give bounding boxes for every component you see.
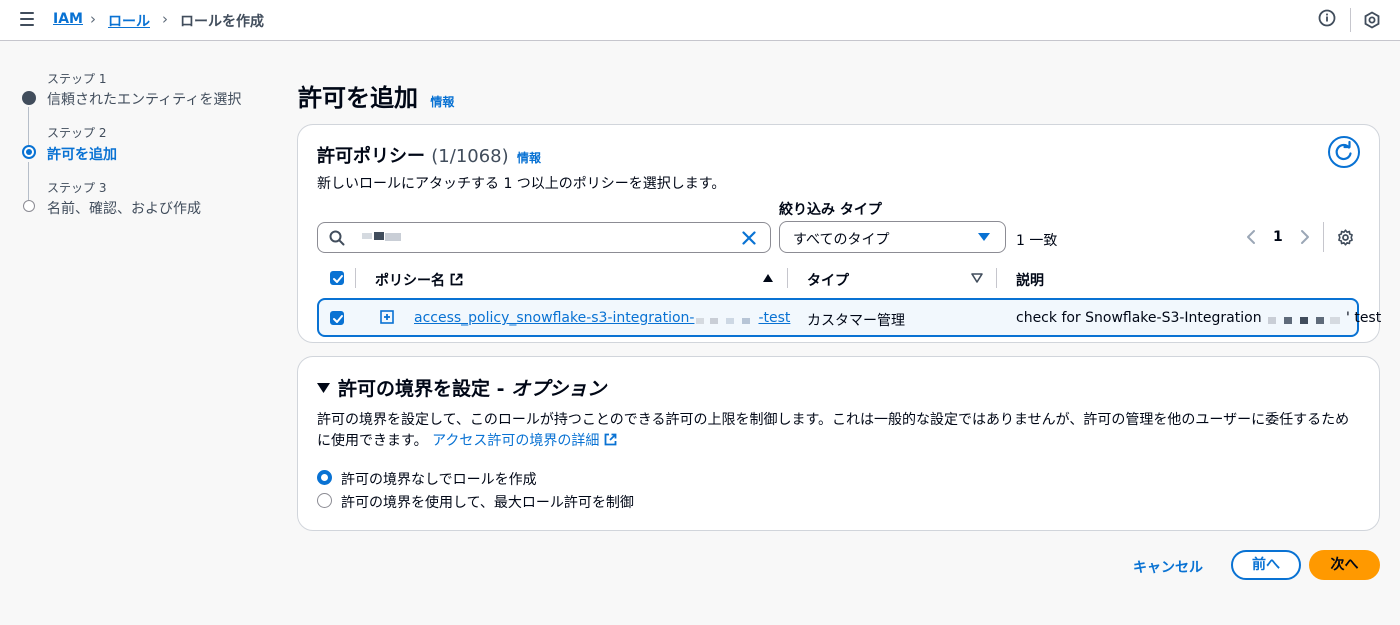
check-icon	[333, 315, 343, 323]
step-2-label: ステップ 2	[47, 126, 107, 140]
filter-type-select[interactable]: すべてのタイプ	[779, 221, 1006, 253]
chevron-right-icon: ›	[90, 10, 96, 28]
filter-type-value: すべてのタイプ	[793, 232, 890, 248]
step-2-title: 許可を追加	[47, 147, 117, 163]
step-2-indicator	[22, 145, 36, 159]
menu-icon[interactable]	[20, 12, 34, 26]
caret-down-icon	[978, 233, 990, 241]
breadcrumb-roles[interactable]: ロール	[108, 11, 150, 31]
next-page-icon[interactable]	[1297, 228, 1313, 246]
policies-info-link[interactable]: 情報	[517, 151, 541, 165]
topbar-divider	[1350, 8, 1351, 32]
search-icon	[329, 230, 345, 246]
next-button[interactable]: 次へ	[1309, 550, 1380, 580]
select-all-checkbox[interactable]	[330, 271, 344, 285]
previous-page-icon[interactable]	[1243, 228, 1259, 246]
check-icon	[333, 275, 343, 283]
external-link-icon	[450, 273, 463, 286]
step-1-label: ステップ 1	[47, 72, 107, 86]
column-divider	[355, 268, 356, 288]
step-connector	[28, 107, 29, 145]
policies-description: 新しいロールにアタッチする 1 つ以上のポリシーを選択します。	[317, 176, 726, 192]
refresh-icon	[1335, 140, 1352, 161]
policy-type: カスタマー管理	[807, 313, 905, 329]
policy-description-suffix: ' test	[1346, 310, 1382, 326]
boundary-title-optional: オプション	[511, 378, 607, 400]
radio-selected[interactable]	[317, 470, 332, 485]
step-connector	[28, 162, 29, 200]
policy-name-link[interactable]: access_policy_snowflake-s3-integration- -…	[414, 310, 790, 326]
step-1-indicator	[22, 91, 36, 105]
search-value-redacted	[356, 229, 406, 245]
policy-name-suffix[interactable]: -test	[758, 310, 790, 326]
sort-ascending-icon[interactable]	[762, 273, 774, 283]
step-3-indicator	[23, 200, 35, 212]
policy-name-prefix[interactable]: access_policy_snowflake-s3-integration-	[414, 310, 694, 326]
policies-count: (1/1068)	[431, 146, 509, 167]
column-divider	[787, 268, 788, 288]
policies-title: 許可ポリシー (1/1068) 情報	[317, 142, 541, 168]
expand-icon[interactable]	[380, 310, 394, 324]
match-count: 1 一致	[1016, 233, 1058, 249]
step-3-label: ステップ 3	[47, 181, 107, 195]
caret-down-icon	[317, 383, 330, 393]
boundary-link-text[interactable]: アクセス許可の境界の詳細	[432, 433, 599, 449]
boundary-learn-more-link[interactable]: アクセス許可の境界の詳細	[432, 433, 617, 449]
top-navigation: IAM › ロール › ロールを作成	[0, 0, 1400, 41]
page-title-text: 許可を追加	[298, 84, 418, 112]
column-header-description: 説明	[1016, 273, 1044, 289]
pager-divider	[1323, 222, 1324, 252]
column-policy-name-label: ポリシー名	[375, 273, 445, 289]
breadcrumb-current: ロールを作成	[180, 14, 264, 30]
redacted-text	[1266, 313, 1346, 324]
radio-use-boundary-label: 許可の境界を使用して、最大ロール許可を制御	[341, 495, 634, 511]
policies-title-text: 許可ポリシー	[317, 146, 425, 167]
page-number[interactable]: 1	[1273, 229, 1283, 245]
previous-button[interactable]: 前へ	[1231, 550, 1301, 580]
boundary-title: 許可の境界を設定 -	[338, 378, 512, 400]
external-link-icon	[604, 433, 617, 446]
cancel-button[interactable]: キャンセル	[1133, 557, 1203, 577]
chevron-right-icon: ›	[162, 10, 168, 28]
clear-icon[interactable]	[742, 231, 756, 245]
gear-icon[interactable]	[1337, 229, 1354, 246]
boundary-section-toggle[interactable]: 許可の境界を設定 - オプション	[317, 374, 606, 401]
settings-icon[interactable]	[1363, 11, 1381, 29]
boundary-description: 許可の境界を設定して、このロールが持つことのできる許可の上限を制御します。これは…	[317, 410, 1362, 452]
policy-description: check for Snowflake-S3-Integration ' tes…	[1016, 310, 1381, 326]
column-header-type[interactable]: タイプ	[807, 270, 849, 290]
column-divider	[996, 268, 997, 288]
info-icon[interactable]	[1318, 9, 1336, 27]
sort-icon[interactable]	[971, 273, 983, 283]
filter-type-label: 絞り込み タイプ	[779, 202, 882, 218]
refresh-button[interactable]	[1328, 136, 1360, 168]
radio-no-boundary-label: 許可の境界なしでロールを作成	[341, 472, 537, 488]
step-3-title: 名前、確認、および作成	[47, 201, 201, 217]
policy-description-prefix: check for Snowflake-S3-Integration	[1016, 310, 1262, 326]
page-info-link[interactable]: 情報	[430, 95, 454, 109]
policy-search-input[interactable]	[317, 222, 771, 253]
radio-unselected[interactable]	[317, 493, 332, 508]
row-checkbox[interactable]	[330, 311, 344, 325]
step-1-title[interactable]: 信頼されたエンティティを選択	[47, 89, 241, 109]
column-header-policy-name[interactable]: ポリシー名	[375, 270, 463, 290]
page-title: 許可を追加 情報	[298, 78, 454, 113]
breadcrumb-iam[interactable]: IAM	[53, 11, 83, 27]
redacted-text	[694, 313, 758, 324]
